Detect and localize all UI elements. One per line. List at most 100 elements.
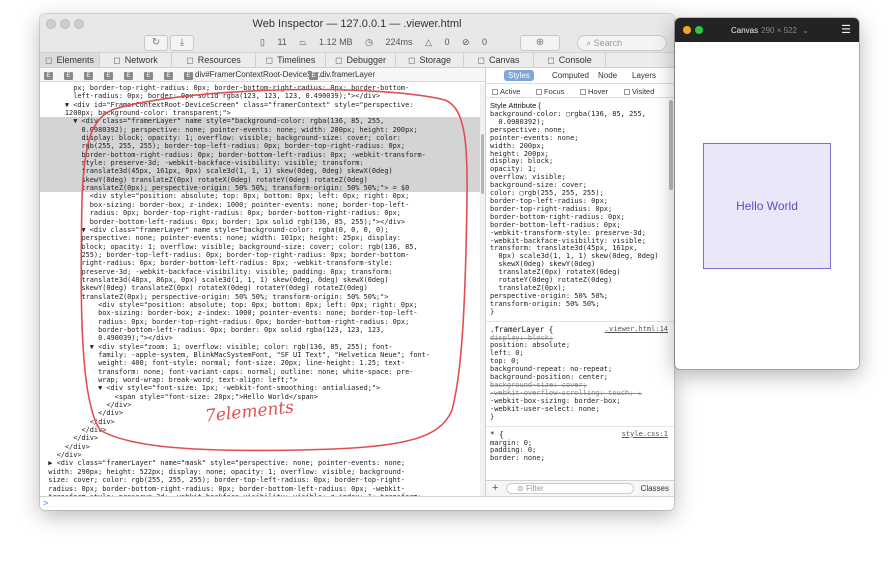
sidebar-tab-layers[interactable]: Layers <box>628 70 660 81</box>
close-button[interactable] <box>683 26 691 34</box>
filter-input[interactable]: ⊜ Filter <box>506 483 634 494</box>
nodes-metric[interactable]: ▯ 11 <box>260 37 287 47</box>
framerlayer-rule[interactable]: display: block; position: absolute; left: … <box>486 334 674 414</box>
warnings-metric[interactable]: △ 0 <box>425 37 449 47</box>
dom-line[interactable]: </div> <box>40 443 480 451</box>
add-rule-button[interactable]: + <box>492 482 498 494</box>
dom-line[interactable]: translateZ(0px); perspective-origin: 50%… <box>40 293 480 301</box>
dom-line[interactable]: ▼ <div style="zoom: 1; overflow: visible… <box>40 343 480 351</box>
breadcrumb-item[interactable]: E <box>124 70 135 80</box>
dom-line[interactable]: radius: 0px; border-bottom-right-radius:… <box>40 485 480 493</box>
dom-line[interactable]: radius: 0px; border-top-right-radius: 0p… <box>40 318 480 326</box>
errors-metric[interactable]: ⊘ 0 <box>462 37 487 47</box>
sidebar-tab-node[interactable]: Node <box>594 70 621 81</box>
target-button[interactable]: ⊕ <box>520 35 560 51</box>
dom-line[interactable]: ▼ <div id="FramerContextRoot-DeviceScree… <box>40 101 480 109</box>
dom-line[interactable]: preserve-3d; -webkit-backface-visibility… <box>40 268 480 276</box>
dom-line[interactable]: ▼ <div class="framerLayer" name style="b… <box>40 226 480 234</box>
reload-button[interactable]: ↻ <box>144 35 168 51</box>
tab-network[interactable]: ◻ Network <box>100 53 172 67</box>
dom-line[interactable]: style: preserve-3d; -webkit-backface-vis… <box>40 159 480 168</box>
elements-icon: ◻ <box>44 54 53 65</box>
state-focus-checkbox[interactable]: Focus <box>536 87 564 96</box>
breadcrumb-item[interactable]: E <box>64 70 75 80</box>
menu-icon[interactable]: ☰ <box>841 23 851 36</box>
breadcrumb-item[interactable]: E <box>164 70 175 80</box>
tab-console[interactable]: ◻ Console <box>534 53 606 67</box>
style-attribute-rule[interactable]: background-color: ▢rgba(136, 85, 255, 0.… <box>486 110 674 309</box>
dom-line[interactable]: width: 290px; height: 522px; display: no… <box>40 468 480 476</box>
breadcrumb-item[interactable]: Ediv#FramerContextRoot-DeviceScr... <box>184 70 325 80</box>
breadcrumb-item[interactable]: Ediv.framerLayer <box>309 70 375 80</box>
tab-resources[interactable]: ◻ Resources <box>172 53 256 67</box>
css-declaration[interactable]: -webkit-user-select: none; <box>490 405 670 414</box>
sidebar-tab-styles[interactable]: Styles <box>504 70 534 81</box>
rule-source-link[interactable]: style.css:1 <box>622 430 668 438</box>
dom-line[interactable]: transform: none; font-variant-caps: norm… <box>40 368 480 376</box>
tab-timelines[interactable]: ◻ Timelines <box>256 53 326 67</box>
search-input[interactable]: ⌕ Search <box>577 35 667 51</box>
sidebar-tab-computed[interactable]: Computed <box>548 70 593 81</box>
universal-rule[interactable]: margin: 0; padding: 0; border: none; <box>486 439 674 464</box>
dom-line[interactable]: translateZ(0px); perspective-origin: 50%… <box>40 184 480 193</box>
memory-metric[interactable]: ⏢ 1.12 MB <box>299 37 352 47</box>
dom-line[interactable]: weight: 400; font-style: normal; font-si… <box>40 359 480 367</box>
tab-elements[interactable]: ◻ Elements <box>40 53 100 67</box>
dom-line[interactable]: </div> <box>40 426 480 434</box>
dom-line[interactable]: skewY(0deg) translateZ(0px) rotateX(0deg… <box>40 175 480 185</box>
dom-line[interactable]: left-radius: 0px; border: 0px solid rgba… <box>40 92 480 100</box>
dom-line[interactable]: wrap; word-wrap: break-word; text-align:… <box>40 376 480 384</box>
state-hover-checkbox[interactable]: Hover <box>580 87 608 96</box>
scrollbar-thumb[interactable] <box>481 134 484 194</box>
sidebar-scrollbar[interactable] <box>669 100 673 190</box>
hello-world-layer[interactable]: Hello World <box>703 143 831 269</box>
dom-line[interactable]: border-bottom-right-radius: 0px; border-… <box>40 150 480 160</box>
dom-line[interactable]: </div> <box>40 434 480 442</box>
dom-line[interactable]: size: cover; color: rgb(255, 255, 255); … <box>40 476 480 484</box>
chevron-down-icon[interactable]: ⌄ <box>800 26 809 35</box>
dom-line[interactable]: skewY(0deg) translateZ(0px) rotateX(0deg… <box>40 284 480 292</box>
classes-toggle[interactable]: Classes <box>641 484 669 493</box>
time-metric[interactable]: ◷ 224ms <box>365 37 412 47</box>
css-declaration[interactable]: transform-origin: 50% 50%; <box>490 300 670 309</box>
dom-line[interactable]: block; opacity: 1; overflow: visible; ba… <box>40 243 480 251</box>
dom-line[interactable]: 255); border-top-left-radius: 0px; borde… <box>40 251 480 259</box>
dom-line[interactable]: ▼ <div class="framerLayer" name style="b… <box>40 117 480 126</box>
zoom-button[interactable] <box>695 26 703 34</box>
dom-line[interactable]: <div style="position: absolute; top: 0px… <box>40 192 480 200</box>
dom-line[interactable]: box-sizing: border-box; z-index: 1000; p… <box>40 309 480 317</box>
tab-canvas[interactable]: ◻ Canvas <box>464 53 534 67</box>
console-prompt[interactable]: > <box>40 496 674 510</box>
dom-line[interactable]: px; border-top-right-radius: 0px; border… <box>40 84 480 92</box>
rule-source-link[interactable]: .viewer.html:14 <box>605 325 668 333</box>
dom-tree[interactable]: px; border-top-right-radius: 0px; border… <box>40 84 480 496</box>
dom-line[interactable]: display: block; opacity: 1; overflow: vi… <box>40 134 480 143</box>
dom-line[interactable]: border-bottom-left-radius: 0px; border: … <box>40 218 480 226</box>
dom-line[interactable]: ▼ <div style="font-size: 1px; -webkit-fo… <box>40 384 480 392</box>
dom-line[interactable]: translate3d(45px, 161px, 0px) scale3d(1,… <box>40 167 480 176</box>
breadcrumb-item[interactable]: E <box>84 70 95 80</box>
breadcrumb-item[interactable]: E <box>144 70 155 80</box>
dom-line[interactable]: <div style="position: absolute; top: 0px… <box>40 301 480 309</box>
dom-line[interactable]: box-sizing: border-box; z-index: 1000; p… <box>40 201 480 209</box>
dom-line[interactable]: rgb(255, 255, 255); border-top-left-radi… <box>40 142 480 151</box>
dom-line[interactable]: translate3d(48px, 86px, 0px) scale3d(1, … <box>40 276 480 284</box>
tab-debugger[interactable]: ◻ Debugger <box>326 53 396 67</box>
dom-line[interactable]: border-bottom-left-radius: 0px; border: … <box>40 326 480 334</box>
dom-line[interactable]: 0.0980392); perspective: none; pointer-e… <box>40 125 480 135</box>
state-visited-checkbox[interactable]: Visited <box>624 87 654 96</box>
dom-line[interactable]: radius: 0px; border-top-right-radius: 0p… <box>40 209 480 217</box>
dom-line[interactable]: 0.490039);"></div> <box>40 334 480 342</box>
dom-line[interactable]: right-radius: 0px; border-bottom-left-ra… <box>40 259 480 267</box>
dom-line[interactable]: </div> <box>40 451 480 459</box>
download-button[interactable]: ⤓ <box>170 35 194 51</box>
tab-storage[interactable]: ◻ Storage <box>396 53 464 67</box>
state-active-checkbox[interactable]: Active <box>492 87 520 96</box>
dom-line[interactable]: 1200px; background-color: transparent;"> <box>40 109 480 117</box>
dom-line[interactable]: ▶ <div class="framerLayer" name="mask" s… <box>40 459 480 467</box>
breadcrumb-item[interactable]: E <box>104 70 115 80</box>
css-declaration[interactable]: border: none; <box>490 454 670 463</box>
breadcrumb-item[interactable]: E <box>44 70 55 80</box>
dom-line[interactable]: family: -apple-system, BlinkMacSystemFon… <box>40 351 480 359</box>
dom-line[interactable]: perspective: none; pointer-events: none;… <box>40 234 480 242</box>
